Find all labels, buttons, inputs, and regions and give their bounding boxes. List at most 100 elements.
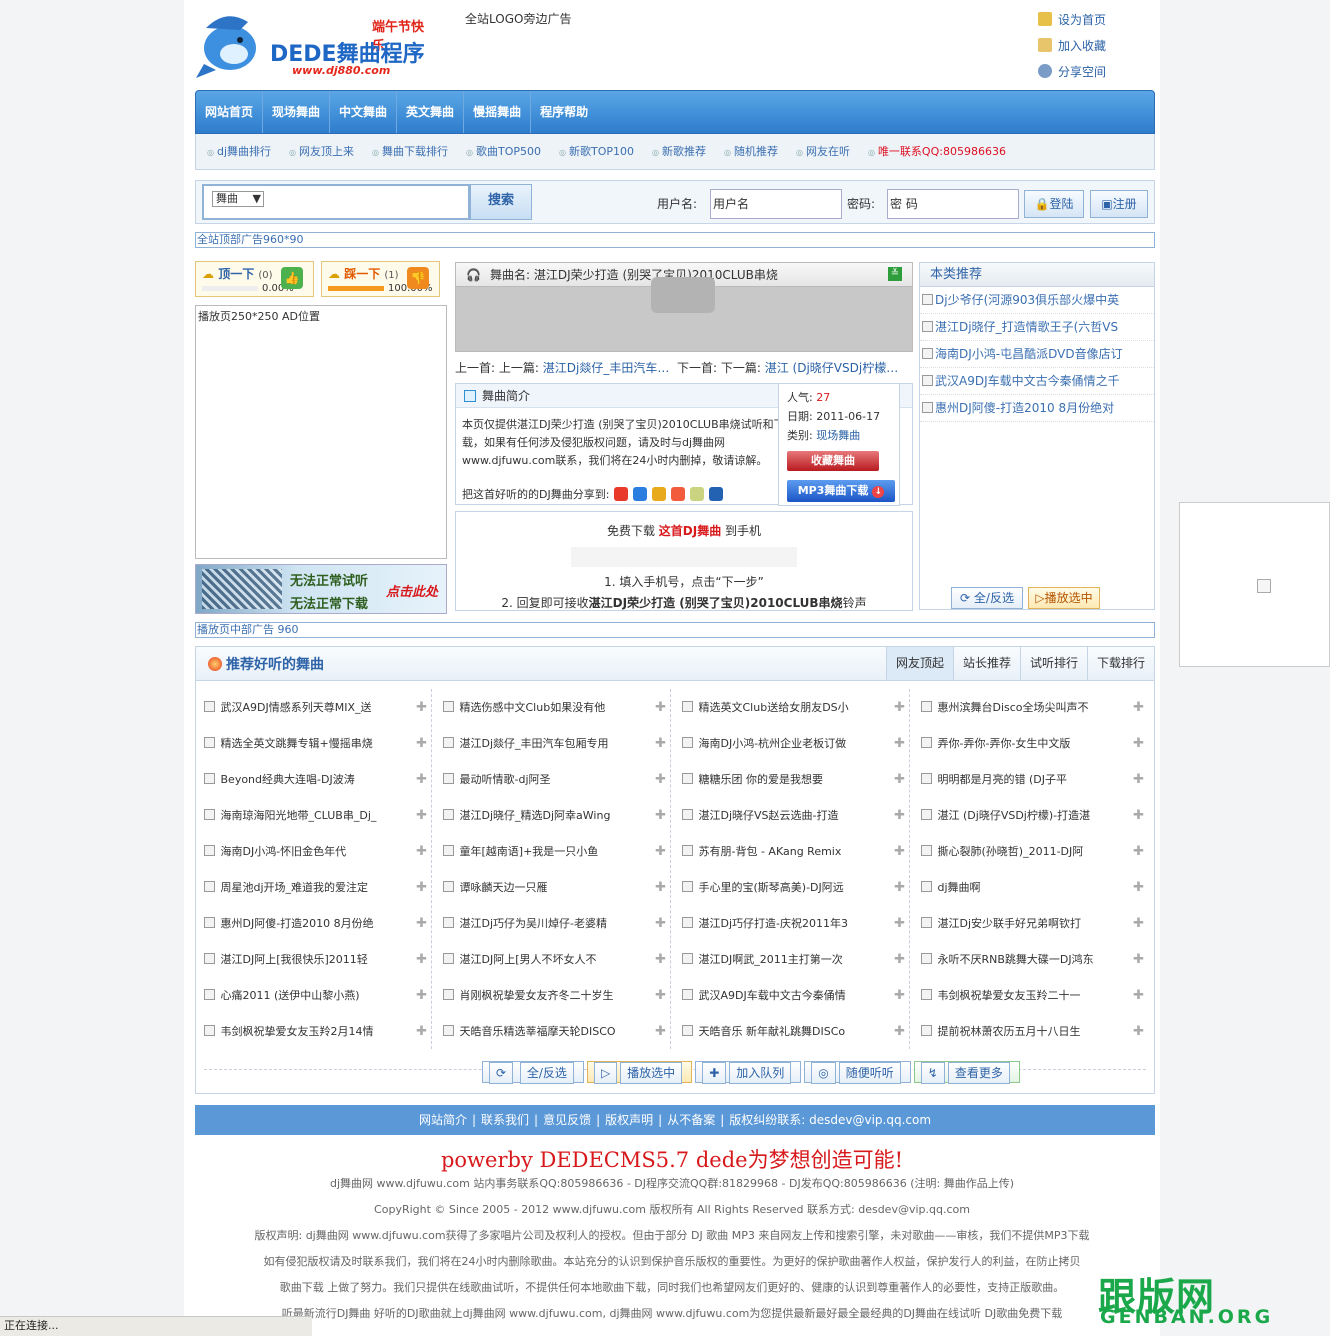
checkbox[interactable] (204, 917, 215, 928)
subnav-user-top[interactable]: 网友顶上来 (278, 134, 361, 171)
player[interactable]: 🎧 舞曲名: 湛江DJ荣少打造 (别哭了宝贝)2010CLUB串烧 ≚ (455, 262, 913, 352)
song-link[interactable]: 海南琼海阳光地带_CLUB串_Dj_ (221, 809, 377, 822)
share-space-link[interactable]: 分享空间 (1038, 62, 1148, 88)
checkbox[interactable] (921, 773, 932, 784)
checkbox[interactable] (204, 845, 215, 856)
add-icon[interactable]: ✚ (416, 909, 427, 939)
recommend-item[interactable]: 海南DJ小鸿-屯昌酷派DVD音像店订 (920, 341, 1154, 368)
song-link[interactable]: 武汉A9DJ车载中文古今秦俑情 (699, 989, 846, 1002)
checkbox[interactable] (682, 881, 693, 892)
list-item[interactable]: 海南琼海阳光地带_CLUB串_Dj_ ✚ (204, 801, 429, 837)
add-icon[interactable]: ✚ (416, 981, 427, 1011)
song-link[interactable]: 湛江Dj燚仔_丰田汽车包厢专用 (460, 737, 609, 750)
song-link[interactable]: 天皓音乐精选莘福摩天轮DISCO (460, 1025, 616, 1038)
list-item[interactable]: 糖糖乐团 你的爱是我想要 ✚ (682, 765, 907, 801)
douban-icon[interactable] (671, 487, 686, 501)
prev-song-link[interactable]: 湛江Dj燚仔_丰田汽车… (543, 361, 670, 375)
song-link[interactable]: 周星池dj开场_难道我的爱注定 (221, 881, 369, 894)
song-link[interactable]: 武汉A9DJ情感系列天尊MIX_送 (221, 701, 372, 714)
checkbox[interactable] (204, 1025, 215, 1036)
recommend-item[interactable]: Dj少爷仔(河源903俱乐部火爆中英 (920, 287, 1154, 314)
song-link[interactable]: 童年[越南语]+我是一只小鱼 (460, 845, 599, 858)
tab-download-rank[interactable]: 下载排行 (1086, 647, 1154, 680)
list-item[interactable]: 苏有朋-背包 - AKang Remix ✚ (682, 837, 907, 873)
nav-home[interactable]: 网站首页 (196, 91, 264, 133)
add-icon[interactable]: ✚ (655, 693, 666, 723)
nav-live[interactable]: 现场舞曲 (263, 91, 331, 133)
checkbox[interactable] (204, 701, 215, 712)
list-item[interactable]: 湛江Dj燚仔_丰田汽车包厢专用 ✚ (443, 729, 668, 765)
list-item[interactable]: 海南DJ小鸿-杭州企业老板订做 ✚ (682, 729, 907, 765)
list-item[interactable]: 惠州滨舞台Disco全场尖叫声不 ✚ (921, 693, 1146, 729)
weibo-icon[interactable] (614, 487, 629, 501)
checkbox[interactable] (443, 1025, 454, 1036)
qzone-icon[interactable] (633, 487, 648, 501)
rec-play-selected-button[interactable]: ▷播放选中 (1028, 587, 1100, 609)
add-icon[interactable]: ✚ (1133, 837, 1144, 867)
checkbox[interactable] (204, 773, 215, 784)
recommend-item[interactable]: 湛江Dj晓仔_打造情歌王子(六哲VS (920, 314, 1154, 341)
add-icon[interactable]: ✚ (655, 801, 666, 831)
add-icon[interactable]: ✚ (416, 693, 427, 723)
tab-admin-recommend[interactable]: 站长推荐 (952, 647, 1020, 680)
checkbox[interactable] (204, 989, 215, 1000)
list-item[interactable]: 韦剑枫祝挚爱女友玉羚二十一 ✚ (921, 981, 1146, 1017)
list-item[interactable]: 湛江DJ阿上[我很快乐]2011轻 ✚ (204, 945, 429, 981)
add-icon[interactable]: ✚ (416, 801, 427, 831)
subnav-listening[interactable]: 网友在听 (785, 134, 857, 171)
random-listen-button[interactable]: ◎ 随便听听 (804, 1061, 911, 1084)
checkbox[interactable] (443, 953, 454, 964)
recommend-item[interactable]: 惠州DJ阿傻-打造2010 8月份绝对 (920, 395, 1154, 422)
help-banner[interactable]: 无法正常试听 无法正常下载 点击此处 (195, 564, 447, 614)
add-icon[interactable]: ✚ (894, 693, 905, 723)
song-link[interactable]: 糖糖乐团 你的爱是我想要 (699, 773, 824, 786)
footer-copyright[interactable]: 版权声明 (600, 1113, 658, 1127)
collect-song-button[interactable]: 收藏舞曲 (787, 451, 879, 471)
subnav-download-rank[interactable]: 舞曲下载排行 (361, 134, 455, 171)
globe-icon[interactable] (690, 487, 705, 501)
renren-icon[interactable] (709, 487, 724, 501)
checkbox[interactable] (921, 809, 932, 820)
add-icon[interactable]: ✚ (1133, 909, 1144, 939)
subnav-random[interactable]: 随机推荐 (713, 134, 785, 171)
add-icon[interactable]: ✚ (416, 729, 427, 759)
list-item[interactable]: 童年[越南语]+我是一只小鱼 ✚ (443, 837, 668, 873)
floating-side-ad[interactable] (1179, 502, 1330, 667)
list-item[interactable]: 湛江Dj巧仔打造-庆祝2011年3 ✚ (682, 909, 907, 945)
list-item[interactable]: 提前祝林萧农历五月十八日生 ✚ (921, 1017, 1146, 1053)
nav-chinese[interactable]: 中文舞曲 (330, 91, 398, 133)
checkbox[interactable] (443, 701, 454, 712)
add-icon[interactable]: ✚ (416, 837, 427, 867)
checkbox[interactable] (443, 809, 454, 820)
add-icon[interactable]: ✚ (1133, 693, 1144, 723)
add-icon[interactable]: ✚ (416, 945, 427, 975)
footer-icp[interactable]: 从不备案 (662, 1113, 720, 1127)
checkbox[interactable] (443, 845, 454, 856)
add-icon[interactable]: ✚ (655, 981, 666, 1011)
checkbox[interactable] (921, 953, 932, 964)
add-icon[interactable]: ✚ (416, 1017, 427, 1047)
list-item[interactable]: 武汉A9DJ情感系列天尊MIX_送 ✚ (204, 693, 429, 729)
list-item[interactable]: 撕心裂肺(孙晓哲)_2011-DJ阿 ✚ (921, 837, 1146, 873)
list-item[interactable]: 天皓音乐 新年献礼跳舞DISCo ✚ (682, 1017, 907, 1053)
song-link[interactable]: 湛江Dj晓仔VS赵云选曲-打造 (699, 809, 839, 822)
checkbox[interactable] (921, 917, 932, 928)
search-button[interactable]: 搜索 (470, 184, 532, 220)
checkbox[interactable] (682, 737, 693, 748)
add-icon[interactable]: ✚ (894, 945, 905, 975)
register-button[interactable]: ▣注册 (1090, 190, 1148, 218)
add-icon[interactable]: ✚ (1133, 945, 1144, 975)
checkbox[interactable] (443, 917, 454, 928)
checkbox[interactable] (682, 809, 693, 820)
checkbox[interactable] (921, 1025, 932, 1036)
add-icon[interactable]: ✚ (1133, 801, 1144, 831)
add-icon[interactable]: ✚ (894, 873, 905, 903)
checkbox[interactable] (682, 773, 693, 784)
rec-select-all-button[interactable]: ⟳ 全/反选 (951, 587, 1023, 609)
song-link[interactable]: Beyond经典大连唱-DJ波涛 (221, 773, 355, 786)
add-icon[interactable]: ✚ (655, 909, 666, 939)
checkbox[interactable] (443, 737, 454, 748)
song-link[interactable]: 湛江DJ阿上[男人不坏女人不 (460, 953, 597, 966)
phone-input[interactable] (571, 547, 797, 567)
list-item[interactable]: 明明都是月亮的错 (DJ子平 ✚ (921, 765, 1146, 801)
